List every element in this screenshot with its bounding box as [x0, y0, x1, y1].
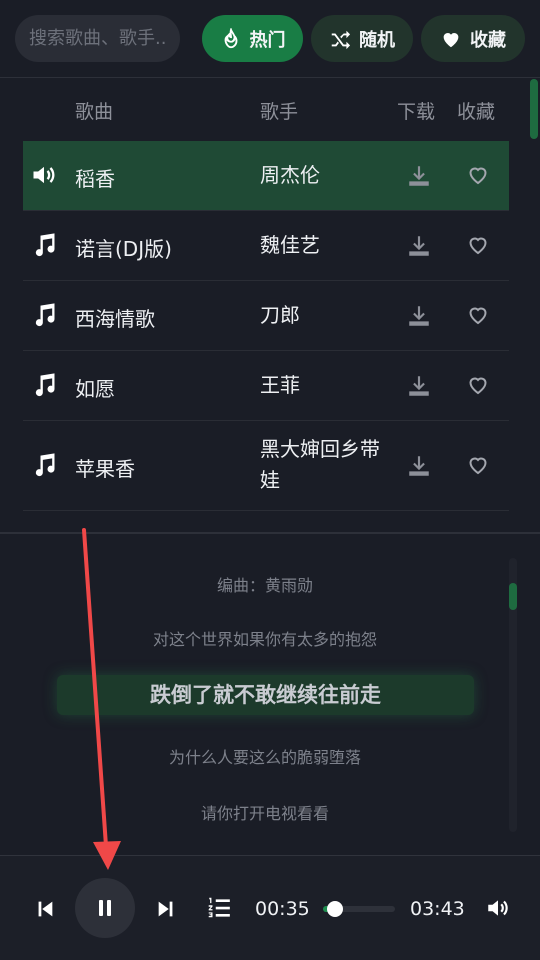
song-title: 西海情歌: [75, 307, 155, 331]
song-artist: 魏佳艺: [260, 233, 320, 257]
song-artist: 周杰伦: [260, 163, 320, 187]
search-input[interactable]: [29, 28, 166, 49]
favorite-heart-icon[interactable]: [466, 303, 492, 329]
fire-icon: [224, 27, 237, 48]
song-row[interactable]: 如愿 王菲: [23, 351, 509, 421]
ordered-list-icon: [208, 897, 230, 918]
hot-filter-button[interactable]: 热门: [202, 15, 303, 62]
current-lyric-line: 跌倒了就不敢继续往前走: [57, 675, 474, 715]
volume-button[interactable]: [484, 894, 512, 922]
favorite-heart-icon[interactable]: [466, 233, 492, 259]
lyric-line: 为什么人要这么的脆弱堕落: [168, 748, 361, 767]
pause-icon: [99, 900, 111, 916]
favorite-heart-icon[interactable]: [466, 453, 492, 479]
progress-knob[interactable]: [326, 901, 343, 917]
playlist-button[interactable]: [205, 894, 233, 922]
download-icon[interactable]: [406, 453, 432, 479]
next-button[interactable]: [153, 896, 179, 922]
song-title: 稻香: [75, 167, 115, 191]
speaker-icon: [30, 161, 60, 191]
song-title: 诺言(DJ版): [75, 237, 172, 261]
favorite-heart-icon[interactable]: [466, 163, 492, 189]
music-note-icon: [30, 451, 60, 481]
song-title: 如愿: [75, 377, 115, 401]
list-scrollbar[interactable]: [530, 79, 538, 139]
download-icon[interactable]: [406, 303, 432, 329]
favorite-heart-icon[interactable]: [466, 373, 492, 399]
player-bar: 00:35 03:43: [0, 855, 540, 960]
song-row[interactable]: 苹果香 黑大婶回乡带娃: [23, 421, 509, 511]
header-artist: 歌手: [260, 101, 299, 123]
progress-bar[interactable]: [323, 901, 395, 917]
song-row[interactable]: 诺言(DJ版) 魏佳艺: [23, 211, 509, 281]
play-pause-button[interactable]: [75, 878, 135, 938]
music-note-icon: [30, 371, 60, 401]
lyric-line: 对这个世界如果你有太多的抱怨: [152, 630, 377, 649]
total-time: 03:43: [410, 898, 465, 920]
previous-button[interactable]: [32, 896, 58, 922]
download-icon[interactable]: [406, 373, 432, 399]
lyrics-panel: 编曲：黄雨勋 对这个世界如果你有太多的抱怨 跌倒了就不敢继续往前走 为什么人要这…: [0, 535, 540, 855]
skip-previous-icon: [38, 901, 53, 917]
header-download: 下载: [397, 101, 436, 123]
song-artist: 黑大婶回乡带娃: [260, 437, 380, 492]
header-song: 歌曲: [75, 101, 114, 123]
search-box[interactable]: [15, 15, 180, 62]
download-icon[interactable]: [406, 233, 432, 259]
song-list: 歌曲 歌手 下载 收藏 稻香 周杰伦 诺言(DJ版) 魏佳艺 西海情歌 刀郎 如…: [0, 79, 540, 534]
header-favorite: 收藏: [457, 101, 496, 123]
song-artist: 刀郎: [260, 303, 300, 327]
lyric-line: 编曲：黄雨勋: [216, 576, 313, 595]
volume-icon: [488, 900, 508, 916]
download-icon[interactable]: [406, 163, 432, 189]
song-artist: 王菲: [260, 373, 300, 397]
list-header: 歌曲 歌手 下载 收藏: [0, 79, 540, 141]
shuffle-filter-label: 随机: [359, 29, 395, 51]
song-title: 苹果香: [75, 457, 135, 481]
shuffle-filter-button[interactable]: 随机: [311, 15, 413, 62]
song-row[interactable]: 稻香 周杰伦: [23, 141, 509, 211]
favorites-filter-label: 收藏: [470, 29, 506, 51]
favorites-filter-button[interactable]: 收藏: [421, 15, 525, 62]
lyrics-scrollbar-thumb[interactable]: [509, 583, 517, 610]
heart-icon: [443, 32, 459, 47]
music-note-icon: [30, 301, 60, 331]
current-time: 00:35: [255, 898, 310, 920]
song-row[interactable]: 西海情歌 刀郎: [23, 281, 509, 351]
top-bar: 热门 随机 收藏: [0, 0, 540, 78]
shuffle-icon: [331, 30, 351, 49]
skip-next-icon: [158, 901, 173, 917]
music-note-icon: [30, 231, 60, 261]
lyric-line: 请你打开电视看看: [200, 804, 329, 823]
hot-filter-label: 热门: [249, 29, 286, 51]
